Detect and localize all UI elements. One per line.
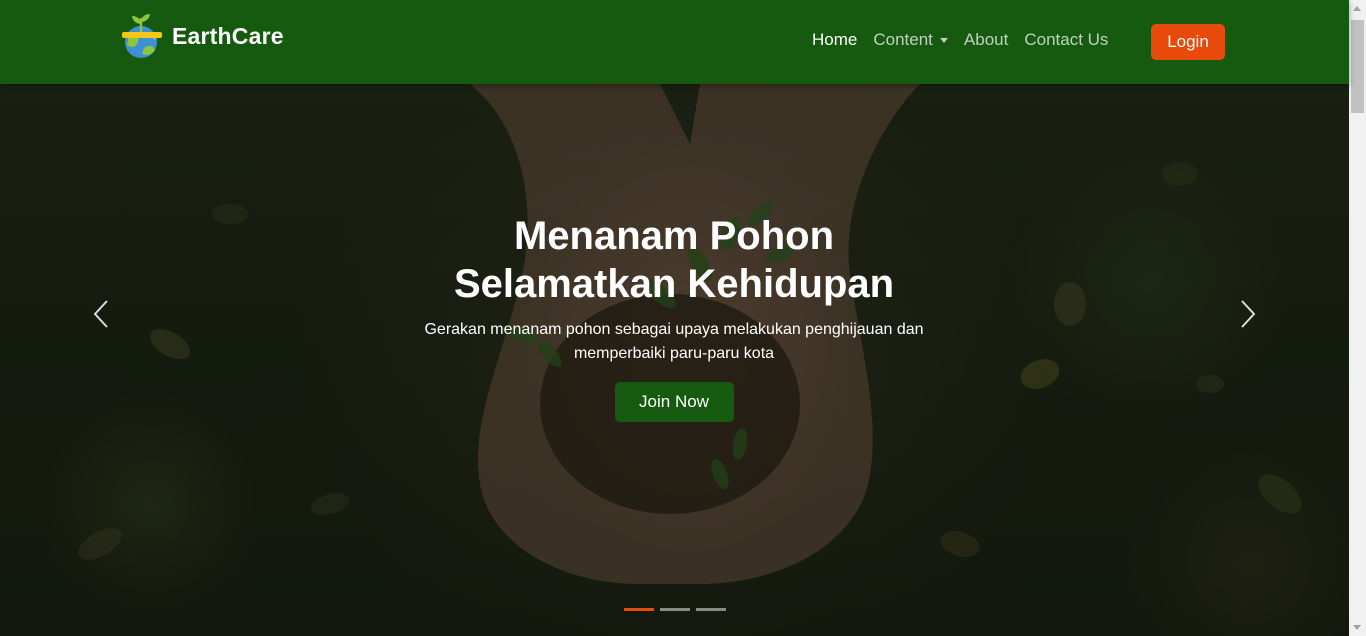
nav-links: Home Content About Contact Us <box>812 30 1124 50</box>
scrollbar-thumb[interactable] <box>1351 20 1364 113</box>
join-now-button[interactable]: Join Now <box>614 382 734 422</box>
carousel-indicator-3[interactable] <box>696 608 726 611</box>
page-scrollbar[interactable] <box>1349 0 1366 636</box>
hero-description: Gerakan menanam pohon sebagai upaya mela… <box>424 321 924 362</box>
earth-plant-icon <box>122 14 162 58</box>
carousel-next-button[interactable] <box>1228 284 1268 344</box>
scroll-down-icon[interactable] <box>1353 625 1361 630</box>
brand-link[interactable]: EarthCare <box>120 12 284 60</box>
hero-carousel: Menanam Pohon Selamatkan Kehidupan Gerak… <box>0 84 1349 636</box>
nav-content-label: Content <box>873 30 933 49</box>
nav-home[interactable]: Home <box>812 30 857 50</box>
hero-title-line-2: Selamatkan Kehidupan <box>453 262 895 306</box>
page: EarthCare Home Content About Contact Us … <box>0 0 1366 636</box>
navbar: EarthCare Home Content About Contact Us … <box>0 0 1349 84</box>
nav-about[interactable]: About <box>964 30 1008 50</box>
chevron-right-icon <box>1241 300 1256 328</box>
chevron-left-icon <box>93 300 108 328</box>
hero-title-line-1: Menanam Pohon <box>513 214 835 258</box>
login-button[interactable]: Login <box>1151 24 1225 60</box>
carousel-prev-button[interactable] <box>81 284 121 344</box>
nav-content-dropdown[interactable]: Content <box>873 30 948 50</box>
carousel-indicator-2[interactable] <box>660 608 690 611</box>
hero-caption: Menanam Pohon Selamatkan Kehidupan Gerak… <box>374 212 974 422</box>
carousel-indicator-1[interactable] <box>624 608 654 611</box>
nav-contact-us[interactable]: Contact Us <box>1024 30 1108 50</box>
scroll-up-icon[interactable] <box>1353 6 1361 11</box>
carousel-indicators <box>624 608 726 611</box>
caret-down-icon <box>939 37 948 43</box>
brand-name: EarthCare <box>172 22 284 49</box>
hero-title: Menanam Pohon Selamatkan Kehidupan <box>374 212 974 308</box>
